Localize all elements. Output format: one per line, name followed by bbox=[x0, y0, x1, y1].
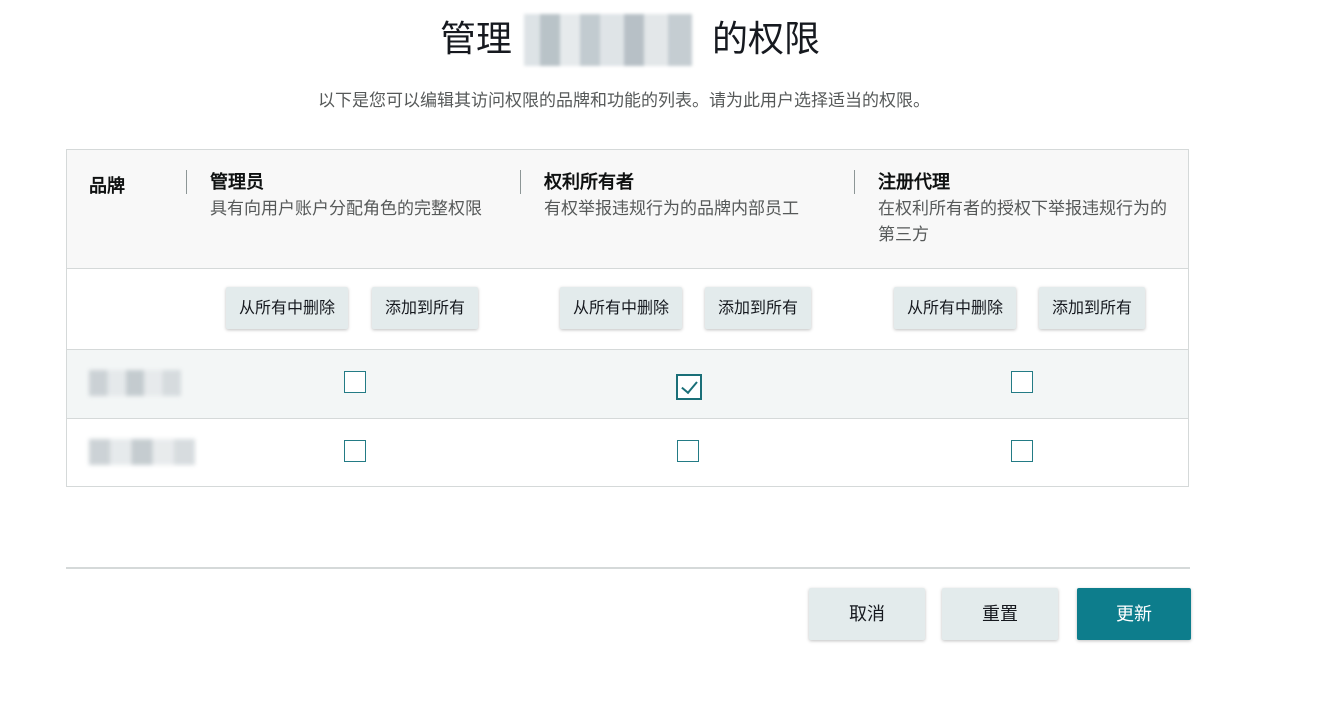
table-row bbox=[67, 419, 1188, 488]
page-title: 管理 的权限 bbox=[0, 14, 1260, 66]
rights-owner-remove-all-button[interactable]: 从所有中删除 bbox=[560, 287, 683, 329]
agent-permission-checkbox[interactable] bbox=[1011, 440, 1033, 462]
permissions-page: 管理 的权限 以下是您可以编辑其访问权限的品牌和功能的列表。请为此用户选择适当的权… bbox=[0, 0, 1335, 722]
role-description: 有权举报违规行为的品牌内部员工 bbox=[544, 199, 799, 219]
reset-button[interactable]: 重置 bbox=[942, 588, 1058, 640]
update-button[interactable]: 更新 bbox=[1077, 588, 1191, 640]
role-description: 具有向用户账户分配角色的完整权限 bbox=[210, 199, 482, 219]
agent-remove-all-button[interactable]: 从所有中删除 bbox=[894, 287, 1017, 329]
brand-name-redacted bbox=[89, 370, 181, 396]
role-header-registered-agent: 注册代理 在权利所有者的授权下举报违规行为的第三方 bbox=[854, 170, 1168, 248]
admin-permission-checkbox[interactable] bbox=[344, 371, 366, 393]
permissions-table: 品牌 管理员 具有向用户账户分配角色的完整权限 权利所有者 有权举报违规行为的品… bbox=[66, 149, 1189, 487]
title-prefix: 管理 bbox=[439, 19, 512, 60]
role-header-admin: 管理员 具有向用户账户分配角色的完整权限 bbox=[186, 170, 500, 222]
table-row bbox=[67, 350, 1188, 419]
rights-owner-permission-checkbox[interactable] bbox=[676, 374, 702, 400]
table-header: 品牌 管理员 具有向用户账户分配角色的完整权限 权利所有者 有权举报违规行为的品… bbox=[67, 150, 1188, 269]
admin-remove-all-button[interactable]: 从所有中删除 bbox=[226, 287, 349, 329]
cancel-button[interactable]: 取消 bbox=[809, 588, 925, 640]
rights-owner-permission-checkbox[interactable] bbox=[677, 440, 699, 462]
redacted-user-name bbox=[512, 14, 712, 66]
footer-divider bbox=[66, 567, 1190, 569]
agent-permission-checkbox[interactable] bbox=[1011, 371, 1033, 393]
bulk-actions-row: 从所有中删除 添加到所有 从所有中删除 添加到所有 从所有中删除 添加到所有 bbox=[67, 269, 1188, 350]
role-name: 权利所有者 bbox=[544, 172, 634, 193]
column-separator bbox=[186, 170, 187, 194]
brand-column-header: 品牌 bbox=[89, 176, 125, 197]
page-subtitle: 以下是您可以编辑其访问权限的品牌和功能的列表。请为此用户选择适当的权限。 bbox=[318, 91, 930, 111]
role-name: 管理员 bbox=[210, 172, 264, 193]
admin-add-all-button[interactable]: 添加到所有 bbox=[372, 287, 479, 329]
rights-owner-add-all-button[interactable]: 添加到所有 bbox=[705, 287, 812, 329]
column-separator bbox=[854, 170, 855, 194]
title-suffix: 的权限 bbox=[712, 19, 821, 60]
role-name: 注册代理 bbox=[878, 172, 950, 193]
agent-add-all-button[interactable]: 添加到所有 bbox=[1039, 287, 1146, 329]
column-separator bbox=[520, 170, 521, 194]
admin-permission-checkbox[interactable] bbox=[344, 440, 366, 462]
role-description: 在权利所有者的授权下举报违规行为的第三方 bbox=[878, 199, 1167, 245]
role-header-rights-owner: 权利所有者 有权举报违规行为的品牌内部员工 bbox=[520, 170, 834, 222]
brand-name-redacted bbox=[89, 439, 195, 465]
